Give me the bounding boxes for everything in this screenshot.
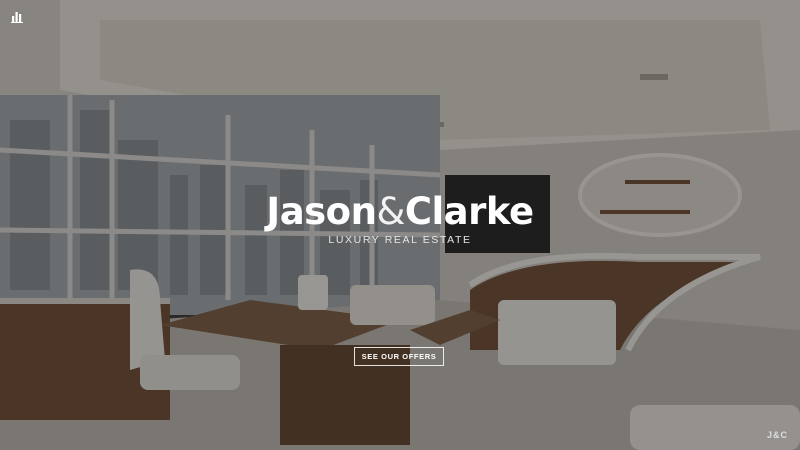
- bar-chart-icon[interactable]: [11, 10, 24, 23]
- see-our-offers-button[interactable]: SEE OUR OFFERS: [354, 347, 444, 366]
- hero-section: Jason&Clarke LUXURY REAL ESTATE SEE OUR …: [0, 0, 800, 450]
- brand-name-first: Jason: [266, 190, 377, 233]
- brand-name-second: Clarke: [404, 190, 534, 233]
- brand-logo: Jason&Clarke: [0, 190, 800, 234]
- footer-monogram: J&C: [766, 430, 788, 440]
- brand-ampersand: &: [376, 190, 405, 233]
- brand-block: Jason&Clarke LUXURY REAL ESTATE: [0, 190, 800, 246]
- brand-tagline: LUXURY REAL ESTATE: [328, 234, 472, 246]
